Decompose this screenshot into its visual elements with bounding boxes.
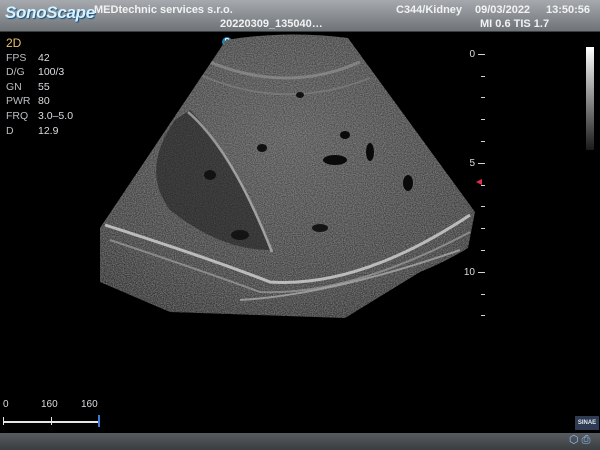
depth-label-0: 0 — [469, 49, 475, 60]
depth-tick — [481, 294, 485, 295]
depth-focus-marker-icon[interactable] — [476, 179, 482, 185]
depth-tick — [478, 163, 485, 164]
usb-icon[interactable]: ⬡ — [569, 434, 579, 446]
printer-icon[interactable]: ⎙ — [582, 434, 591, 446]
depth-tick — [481, 206, 485, 207]
depth-label-10: 10 — [463, 267, 475, 278]
ruler-marker — [98, 415, 100, 427]
depth-tick — [481, 250, 485, 251]
ruler-line — [3, 421, 99, 423]
depth-scale: 0 5 10 — [455, 44, 495, 324]
depth-tick — [481, 119, 485, 120]
depth-tick — [481, 97, 485, 98]
depth-tick — [478, 272, 485, 273]
depth-tick — [478, 54, 485, 55]
depth-tick — [481, 141, 485, 142]
depth-tick — [481, 315, 485, 316]
grayscale-bar-icon — [586, 47, 594, 150]
ruler-label-end: 160 — [81, 399, 98, 410]
bottom-status-bar — [0, 433, 600, 450]
depth-tick — [481, 228, 485, 229]
ruler-label-mid: 160 — [41, 399, 58, 410]
depth-label-5: 5 — [469, 158, 475, 169]
ultrasound-image — [100, 34, 475, 318]
sinae-badge: SINAE — [575, 416, 599, 430]
bottom-icons: ⬡ ⎙ — [569, 433, 590, 447]
depth-tick — [481, 185, 485, 186]
depth-tick — [481, 76, 485, 77]
ruler-label-start: 0 — [3, 399, 9, 410]
distance-ruler: 0 160 160 — [3, 399, 100, 431]
